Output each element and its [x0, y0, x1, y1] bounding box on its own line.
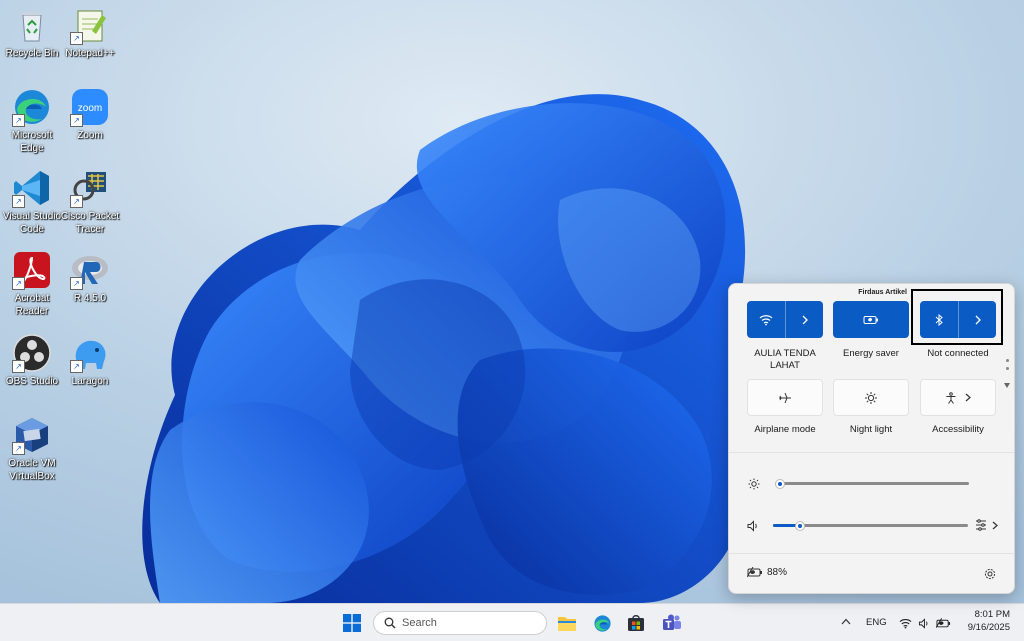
- audio-output-icon: [976, 519, 986, 531]
- tray-network-sound-battery[interactable]: [896, 611, 954, 635]
- tile-bluetooth-label: Not connected: [927, 348, 989, 359]
- desktop-icon-edge[interactable]: ↗ Microsoft Edge: [0, 87, 64, 155]
- taskbar-microsoft-store[interactable]: [623, 610, 649, 636]
- night-light-icon: [865, 391, 877, 404]
- battery-icon: [747, 567, 762, 578]
- clock-date: 9/16/2025: [967, 622, 1010, 633]
- divider: [729, 452, 1014, 453]
- taskbar-teams[interactable]: [659, 610, 685, 636]
- chevron-right-icon: [802, 315, 808, 324]
- desktop-icon-label: Microsoft Edge: [11, 130, 53, 154]
- start-icon: [343, 614, 361, 632]
- page-scroll-indicator[interactable]: [1004, 359, 1010, 393]
- user-name: Firdaus Artikel: [858, 289, 907, 296]
- chevron-right-icon: [992, 521, 998, 529]
- input-language-indicator[interactable]: ENG: [866, 617, 887, 628]
- tile-airplane-mode[interactable]: [747, 379, 823, 416]
- svg-text:zoom: zoom: [78, 103, 102, 114]
- desktop-icon-label: Oracle VM VirtualBox: [8, 458, 56, 482]
- tile-wifi-label: AULIA TENDA LAHAT: [754, 348, 816, 371]
- taskbar-clock[interactable]: 8:01 PM 9/16/2025: [968, 608, 1010, 634]
- tile-energy-saver[interactable]: [833, 301, 909, 338]
- file-explorer-icon: [558, 617, 576, 631]
- desktop-icon-virtualbox[interactable]: ↗ Oracle VM VirtualBox: [0, 415, 64, 483]
- desktop-icon-label: Visual Studio Code: [2, 211, 62, 235]
- wifi-icon: [899, 618, 912, 628]
- desktop-icon-notepad-plus-plus[interactable]: ↗ Notepad++: [58, 5, 122, 60]
- tile-accessibility-label: Accessibility: [932, 424, 984, 435]
- taskbar-file-explorer[interactable]: [554, 610, 580, 636]
- desktop-icon-label: Zoom: [77, 130, 103, 141]
- desktop-icon-laragon[interactable]: ↗ Laragon: [58, 333, 122, 388]
- battery-status[interactable]: 88%: [747, 567, 787, 578]
- desktop-icon-label: Laragon: [71, 376, 109, 387]
- settings-icon[interactable]: [984, 568, 996, 580]
- tile-accessibility[interactable]: [920, 379, 996, 416]
- accessibility-icon: [946, 391, 956, 404]
- search-icon: [384, 617, 396, 629]
- clock-time: 8:01 PM: [974, 609, 1010, 620]
- volume-icon: [918, 617, 928, 629]
- battery-percentage: 88%: [767, 567, 788, 578]
- brightness-slider[interactable]: [773, 474, 969, 494]
- battery-saver-icon: [863, 315, 878, 324]
- desktop-icon-label: Notepad++: [65, 48, 115, 59]
- tile-night-light[interactable]: [833, 379, 909, 416]
- taskbar: Search ENG 8:01 PM 9/16/2025: [0, 603, 1024, 641]
- volume-icon: [747, 520, 757, 532]
- desktop-icon-label: Recycle Bin: [5, 48, 59, 59]
- desktop-icon-acrobat[interactable]: ↗ Acrobat Reader: [0, 250, 64, 318]
- wifi-icon: [759, 314, 773, 325]
- battery-icon: [936, 617, 951, 628]
- desktop-icon-label: Cisco Packet Tracer: [60, 211, 120, 235]
- recycle-bin-icon: [22, 12, 42, 42]
- airplane-icon: [779, 392, 791, 403]
- start-button[interactable]: [339, 610, 365, 636]
- show-hidden-icons-chevron-icon[interactable]: [841, 618, 851, 625]
- desktop-icon-vscode[interactable]: ↗ Visual Studio Code: [0, 168, 64, 236]
- chevron-down-icon: [1004, 383, 1010, 388]
- brightness-slider-thumb[interactable]: [775, 478, 785, 489]
- wifi-expand-button[interactable]: [786, 301, 823, 338]
- tile-night-light-label: Night light: [849, 424, 893, 435]
- edge-icon: [593, 614, 611, 632]
- taskbar-edge[interactable]: [589, 610, 615, 636]
- desktop-icon-packet-tracer[interactable]: ↗ Cisco Packet Tracer: [58, 168, 122, 236]
- desktop-icon-r[interactable]: ↗ R 4.5.0: [58, 250, 122, 305]
- desktop-icon-zoom[interactable]: zoom ↗ Zoom: [58, 87, 122, 142]
- desktop-icon-label: Acrobat Reader: [14, 293, 50, 317]
- microsoft-store-icon: [628, 615, 644, 631]
- volume-slider-thumb[interactable]: [795, 520, 805, 531]
- taskbar-search-box[interactable]: Search: [373, 611, 547, 635]
- chevron-right-icon: [965, 393, 971, 402]
- desktop-icon-label: R 4.5.0: [73, 293, 107, 304]
- audio-output-button[interactable]: [975, 519, 998, 531]
- tile-energy-saver-label: Energy saver: [843, 348, 899, 359]
- volume-slider[interactable]: [773, 515, 969, 535]
- brightness-icon: [748, 478, 760, 490]
- desktop-icon-recycle-bin[interactable]: Recycle Bin: [0, 5, 64, 60]
- divider: [729, 553, 1014, 554]
- search-placeholder: Search: [402, 617, 437, 629]
- desktop-icon-obs[interactable]: ↗ OBS Studio: [0, 333, 64, 388]
- desktop-icon-label: OBS Studio: [5, 376, 59, 387]
- wifi-toggle[interactable]: [747, 301, 785, 338]
- teams-icon: [663, 614, 681, 630]
- focus-highlight: [911, 289, 1003, 345]
- tile-airplane-mode-label: Airplane mode: [754, 424, 816, 435]
- tile-wifi[interactable]: [747, 301, 823, 338]
